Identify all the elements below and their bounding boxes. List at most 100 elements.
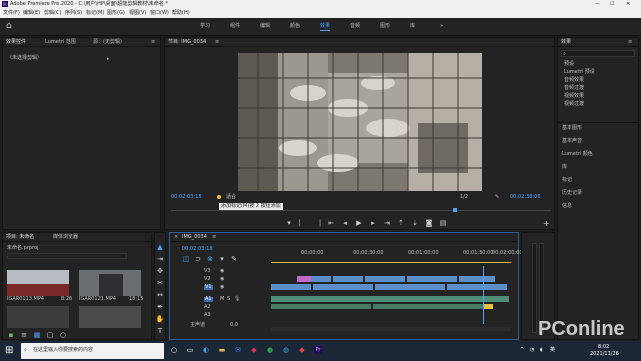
media-thumbnail-4[interactable] xyxy=(79,306,141,328)
tree-item[interactable]: 视频效果 xyxy=(564,94,584,99)
taskbar-time[interactable]: 8:02 xyxy=(598,345,609,350)
step-forward-icon[interactable]: ▸ xyxy=(369,219,377,227)
workspace-libraries[interactable]: 库 xyxy=(410,24,415,29)
lift-icon[interactable]: ⇡ xyxy=(397,219,405,227)
workspace-editing[interactable]: 编辑 xyxy=(260,24,270,29)
mark-in-icon[interactable]: ⎸ xyxy=(299,219,307,227)
file-explorer-icon[interactable]: ▬ xyxy=(218,346,226,354)
playhead-marker[interactable] xyxy=(453,208,457,212)
list-view-icon[interactable]: ≡ xyxy=(20,331,28,339)
premiere-pro-taskbar-icon[interactable]: Pr xyxy=(314,346,322,354)
program-timecode-current[interactable]: 00:02:03:18 xyxy=(171,195,202,200)
app-icon-diamond[interactable]: ◆ xyxy=(298,346,306,354)
volume-icon[interactable]: ◖ xyxy=(540,348,543,353)
windows-start-icon[interactable]: ⊞ xyxy=(5,346,15,356)
mic-icon[interactable]: 🎙 xyxy=(234,297,240,302)
menu-edit[interactable]: 编辑(E) xyxy=(23,11,40,16)
tree-item[interactable]: 音频效果 xyxy=(564,78,584,83)
more-workspaces-icon[interactable]: » xyxy=(440,24,443,29)
snap-icon[interactable]: ⊃ xyxy=(194,255,202,263)
work-area-bar[interactable] xyxy=(271,262,511,263)
audio-clip-selected[interactable] xyxy=(483,304,493,309)
timeline-playhead[interactable] xyxy=(483,266,484,324)
panel-menu-icon[interactable]: ≡ xyxy=(151,40,155,45)
project-search-input[interactable] xyxy=(7,253,127,259)
play-icon[interactable]: ▶ xyxy=(355,219,363,227)
tree-item[interactable]: 音频过渡 xyxy=(564,86,584,91)
close-icon[interactable]: × xyxy=(174,235,178,240)
minimize-button[interactable]: — xyxy=(595,2,600,7)
tree-item[interactable]: 视频过渡 xyxy=(564,102,584,107)
menu-sequence[interactable]: 序列(S) xyxy=(65,11,82,16)
timeline-tab[interactable]: IMG_0034 xyxy=(182,235,207,240)
menu-marker[interactable]: 标记(M) xyxy=(86,11,104,16)
pen-tool-icon[interactable]: ✒ xyxy=(156,303,164,311)
add-marker-icon[interactable]: ▾ xyxy=(285,219,293,227)
tree-item[interactable]: Lumetri 预设 xyxy=(564,70,595,75)
tab-source[interactable]: 源：(无剪辑) xyxy=(93,40,122,45)
section-essential-sound[interactable]: 基本声音 xyxy=(562,139,582,144)
timeline-scrollbar[interactable] xyxy=(271,327,511,331)
video-clip[interactable] xyxy=(407,276,457,282)
section-history[interactable]: 历史记录 xyxy=(562,191,582,196)
workspace-assembly[interactable]: 组件 xyxy=(230,24,240,29)
app-icon-red[interactable]: ◆ xyxy=(250,346,258,354)
menu-graphics[interactable]: 图形(G) xyxy=(107,11,125,16)
close-button[interactable]: ✕ xyxy=(626,2,630,7)
workspace-audio[interactable]: 音频 xyxy=(350,24,360,29)
app-icon-green[interactable]: ● xyxy=(266,346,274,354)
input-language[interactable]: 英 xyxy=(550,348,555,353)
video-frame[interactable] xyxy=(238,53,482,191)
menu-view[interactable]: 视图(V) xyxy=(129,11,146,16)
menu-file[interactable]: 文件(F) xyxy=(3,11,20,16)
section-info[interactable]: 信息 xyxy=(562,204,572,209)
widgets-icon[interactable]: ▭ xyxy=(186,346,194,354)
audio-clip[interactable] xyxy=(271,304,371,309)
timeline-timecode[interactable]: 00:02:03:18 xyxy=(182,247,213,252)
settings-wrench-icon[interactable]: ✎ xyxy=(495,195,499,200)
taskbar-date[interactable]: 2021/11/26 xyxy=(590,352,619,357)
taskbar-search-box[interactable]: ⌕ 在这里输入你要搜索的内容 xyxy=(21,343,164,359)
section-libraries[interactable]: 库 xyxy=(562,165,567,170)
eye-icon[interactable]: ◉ xyxy=(220,285,224,290)
video-clip[interactable] xyxy=(365,276,405,282)
panel-menu-icon[interactable]: ≡ xyxy=(212,235,216,240)
task-view-icon[interactable]: ○ xyxy=(170,346,178,354)
track-select-tool-icon[interactable]: ⇥ xyxy=(156,255,164,263)
menu-help[interactable]: 帮助(H) xyxy=(172,11,190,16)
solo-icon[interactable]: S xyxy=(227,297,230,302)
timeline-clip-area[interactable] xyxy=(271,266,511,324)
tree-item[interactable]: 预设 xyxy=(564,62,574,67)
menu-window[interactable]: 窗口(W) xyxy=(150,11,169,16)
icon-view-icon[interactable]: ▦ xyxy=(33,331,41,339)
audio-clip[interactable] xyxy=(373,304,483,309)
panel-menu-icon[interactable]: ≡ xyxy=(628,40,632,45)
workspace-color[interactable]: 颜色 xyxy=(290,24,300,29)
media-thumbnail-1[interactable] xyxy=(7,270,69,296)
video-clip[interactable] xyxy=(375,284,445,290)
section-essential-graphics[interactable]: 基本图形 xyxy=(562,126,582,131)
freeform-view-icon[interactable]: ▢ xyxy=(46,331,54,339)
go-to-in-icon[interactable]: ⇤ xyxy=(327,219,335,227)
video-clip[interactable] xyxy=(271,284,311,290)
tab-effect-controls[interactable]: 效果控件 xyxy=(6,40,26,45)
playhead-scrubber[interactable] xyxy=(171,210,551,211)
export-frame-camera-icon[interactable]: ◙ xyxy=(425,219,433,227)
network-icon[interactable]: ◔ xyxy=(530,348,534,353)
app-icon-blue[interactable]: ◍ xyxy=(282,346,290,354)
video-clip[interactable] xyxy=(447,284,507,290)
tab-lumetri-scopes[interactable]: Lumetri 范围 xyxy=(45,40,76,45)
media-thumbnail-2[interactable] xyxy=(79,270,141,296)
tab-media-browser[interactable]: 媒体浏览器 xyxy=(53,235,78,240)
hand-tool-icon[interactable]: ✋ xyxy=(156,315,165,323)
fit-dropdown[interactable]: 适合 xyxy=(226,195,236,200)
tab-project[interactable]: 项目: 未命名 xyxy=(6,235,34,240)
menu-arrow-icon[interactable]: ▸ xyxy=(107,56,111,62)
tray-chevron-icon[interactable]: ^ xyxy=(520,348,524,353)
maximize-button[interactable]: ☐ xyxy=(610,2,614,7)
mark-out-icon[interactable]: ⎹ xyxy=(313,219,321,227)
video-clip[interactable] xyxy=(333,276,363,282)
slip-tool-icon[interactable]: ↔ xyxy=(156,291,164,299)
home-icon[interactable]: ⌂ xyxy=(6,22,15,31)
zoom-slider-icon[interactable]: ○ xyxy=(59,331,67,339)
